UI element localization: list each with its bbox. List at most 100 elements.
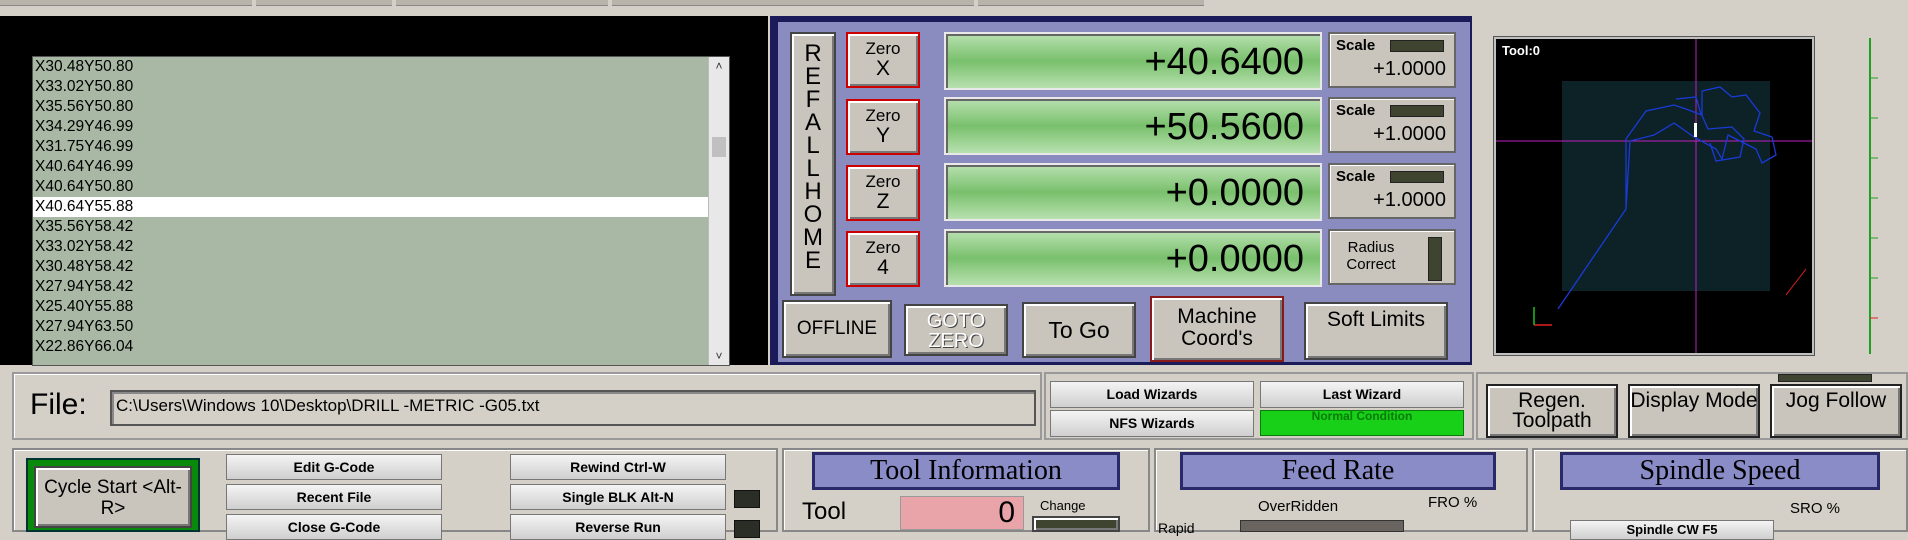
change-tool-button[interactable] <box>1032 516 1120 532</box>
scale-x-value[interactable]: +1.0000 <box>1373 58 1446 81</box>
zero-z-label: Zero <box>865 172 901 191</box>
reverse-run-button[interactable]: Reverse Run <box>510 514 726 540</box>
scale-y-value[interactable]: +1.0000 <box>1373 123 1446 146</box>
tab-strip <box>0 0 1908 16</box>
bottom-panel: Cycle Start <Alt-R> Edit G-Code Recent F… <box>0 440 1908 540</box>
close-gcode-button[interactable]: Close G-Code <box>226 514 442 540</box>
machine-coords-button[interactable]: Machine Coord's <box>1150 296 1284 362</box>
cycle-start-frame: Cycle Start <Alt-R> <box>26 458 200 532</box>
zero-y-label: Zero <box>865 106 901 125</box>
fro-label: FRO % <box>1428 494 1478 511</box>
zero-x-label: Zero <box>865 39 901 58</box>
gcode-line[interactable]: X40.64Y55.88 <box>33 197 729 217</box>
gcode-line[interactable]: X30.48Y58.42 <box>33 257 729 277</box>
zero-y-axis: Y <box>875 124 890 147</box>
gcode-line[interactable]: X33.02Y58.42 <box>33 237 729 257</box>
regen-toolpath-button[interactable]: Regen. Toolpath <box>1486 384 1618 438</box>
ref-all-home-letter: R <box>804 40 822 67</box>
zero-y-button[interactable]: Zero Y <box>846 99 920 155</box>
ref-all-home-letter: L <box>806 132 820 159</box>
rewind-button[interactable]: Rewind Ctrl-W <box>510 454 726 480</box>
gcode-line[interactable]: X31.75Y46.99 <box>33 137 729 157</box>
spindle-speed-title: Spindle Speed <box>1560 452 1880 490</box>
ref-all-home-letter: E <box>804 63 821 90</box>
file-path-field[interactable]: C:\Users\Windows 10\Desktop\DRILL -METRI… <box>110 390 1036 426</box>
tab-4[interactable] <box>612 0 974 6</box>
scale-y-label: Scale <box>1336 102 1376 119</box>
scroll-thumb[interactable] <box>712 137 726 157</box>
ref-all-home-letter: L <box>806 155 820 182</box>
jog-follow-button[interactable]: Jog Follow <box>1770 384 1902 438</box>
edit-gcode-button[interactable]: Edit G-Code <box>226 454 442 480</box>
gcode-line[interactable]: X34.29Y46.99 <box>33 117 729 137</box>
ref-all-home-letter: O <box>803 201 823 228</box>
scale-y-led <box>1390 105 1444 117</box>
recent-file-button[interactable]: Recent File <box>226 484 442 510</box>
gcode-panel: X30.48Y50.80 X33.02Y50.80 X35.56Y50.80 X34.… <box>0 16 768 366</box>
gcode-line[interactable]: X25.40Y55.88 <box>33 297 729 317</box>
limit-line <box>1785 268 1807 296</box>
cycle-start-button[interactable]: Cycle Start <Alt-R> <box>34 466 192 528</box>
radius-correct-button[interactable]: Radius Correct <box>1328 229 1456 285</box>
zero-x-button[interactable]: Zero X <box>846 32 920 88</box>
soft-limits-button[interactable]: Soft Limits <box>1304 302 1448 360</box>
dro-panel: REFALLHOME Zero X +40.6400 Scale +1.0000… <box>770 16 1472 365</box>
gcode-line[interactable]: X33.02Y50.80 <box>33 77 729 97</box>
sro-label: SRO % <box>1790 500 1841 517</box>
scale-x-label: Scale <box>1336 37 1376 54</box>
to-go-button[interactable]: To Go <box>1022 302 1136 358</box>
gcode-lines: X30.48Y50.80 X33.02Y50.80 X35.56Y50.80 X34.… <box>33 57 729 357</box>
dro-y-value[interactable]: +50.5600 <box>944 97 1322 155</box>
scale-x-box: Scale +1.0000 <box>1328 32 1456 88</box>
gcode-line[interactable]: X30.48Y50.80 <box>33 57 729 77</box>
tool-number-label: Tool <box>802 498 847 525</box>
toolpath-canvas <box>1496 39 1812 353</box>
scale-z-led <box>1390 171 1444 183</box>
ref-all-home-letter: E <box>804 247 821 274</box>
file-label: File: <box>30 388 87 421</box>
gcode-line[interactable]: X40.64Y50.80 <box>33 177 729 197</box>
zero-z-button[interactable]: Zero Z <box>846 165 920 221</box>
goto-zero-button[interactable]: GOTO ZERO <box>904 304 1008 356</box>
dro-z-value[interactable]: +0.0000 <box>944 163 1322 221</box>
chevron-up-icon[interactable]: ˄ <box>709 57 729 75</box>
last-wizard-button[interactable]: Last Wizard <box>1260 381 1464 408</box>
scale-z-value[interactable]: +1.0000 <box>1373 189 1446 212</box>
overridden-display <box>1240 520 1404 532</box>
gcode-line[interactable]: X35.56Y58.42 <box>33 217 729 237</box>
tab-3[interactable] <box>396 0 608 6</box>
scale-z-box: Scale +1.0000 <box>1328 163 1456 219</box>
toolpath-view[interactable]: Tool:0 <box>1494 37 1814 355</box>
gcode-line[interactable]: X27.94Y58.42 <box>33 277 729 297</box>
single-block-button[interactable]: Single BLK Alt-N <box>510 484 726 510</box>
wizard-panel: Load Wizards Last Wizard NFS Wizards Nor… <box>1044 372 1474 440</box>
chevron-down-icon[interactable]: ˅ <box>709 347 729 365</box>
dro-x-value[interactable]: +40.6400 <box>944 32 1322 90</box>
gcode-line[interactable]: X27.94Y63.50 <box>33 317 729 337</box>
zero-4-button[interactable]: Zero 4 <box>846 231 920 287</box>
ref-all-home-letter: F <box>805 86 821 113</box>
spindle-cw-button[interactable]: Spindle CW F5 <box>1570 520 1774 540</box>
tab-2[interactable] <box>256 0 392 6</box>
gcode-line[interactable]: X22.86Y66.04 <box>33 337 729 357</box>
nfs-wizards-button[interactable]: NFS Wizards <box>1050 410 1254 437</box>
scale-x-led <box>1390 40 1444 52</box>
load-wizards-button[interactable]: Load Wizards <box>1050 381 1254 408</box>
gcode-line[interactable]: X35.56Y50.80 <box>33 97 729 117</box>
overridden-label: OverRidden <box>1258 498 1339 515</box>
gcode-line[interactable]: X40.64Y46.99 <box>33 157 729 177</box>
display-mode-button[interactable]: Display Mode <box>1628 384 1760 438</box>
jog-follow-led <box>1778 374 1872 382</box>
ruler-ticks <box>1869 38 1878 354</box>
dro-inner: REFALLHOME Zero X +40.6400 Scale +1.0000… <box>778 22 1470 362</box>
tab-5[interactable] <box>978 0 1204 6</box>
dro-4-value[interactable]: +0.0000 <box>944 229 1322 287</box>
work-envelope <box>1562 81 1770 291</box>
ref-all-home-button[interactable]: REFALLHOME <box>790 32 836 296</box>
tab-1[interactable] <box>0 0 252 6</box>
gcode-scrollbar[interactable]: ˄ ˅ <box>708 57 729 365</box>
offline-button[interactable]: OFFLINE <box>782 300 892 358</box>
ref-all-home-label: REFALLHOME <box>792 40 834 274</box>
tool-number-value[interactable]: 0 <box>900 496 1024 530</box>
gcode-list[interactable]: X30.48Y50.80 X33.02Y50.80 X35.56Y50.80 X34.… <box>32 56 730 366</box>
